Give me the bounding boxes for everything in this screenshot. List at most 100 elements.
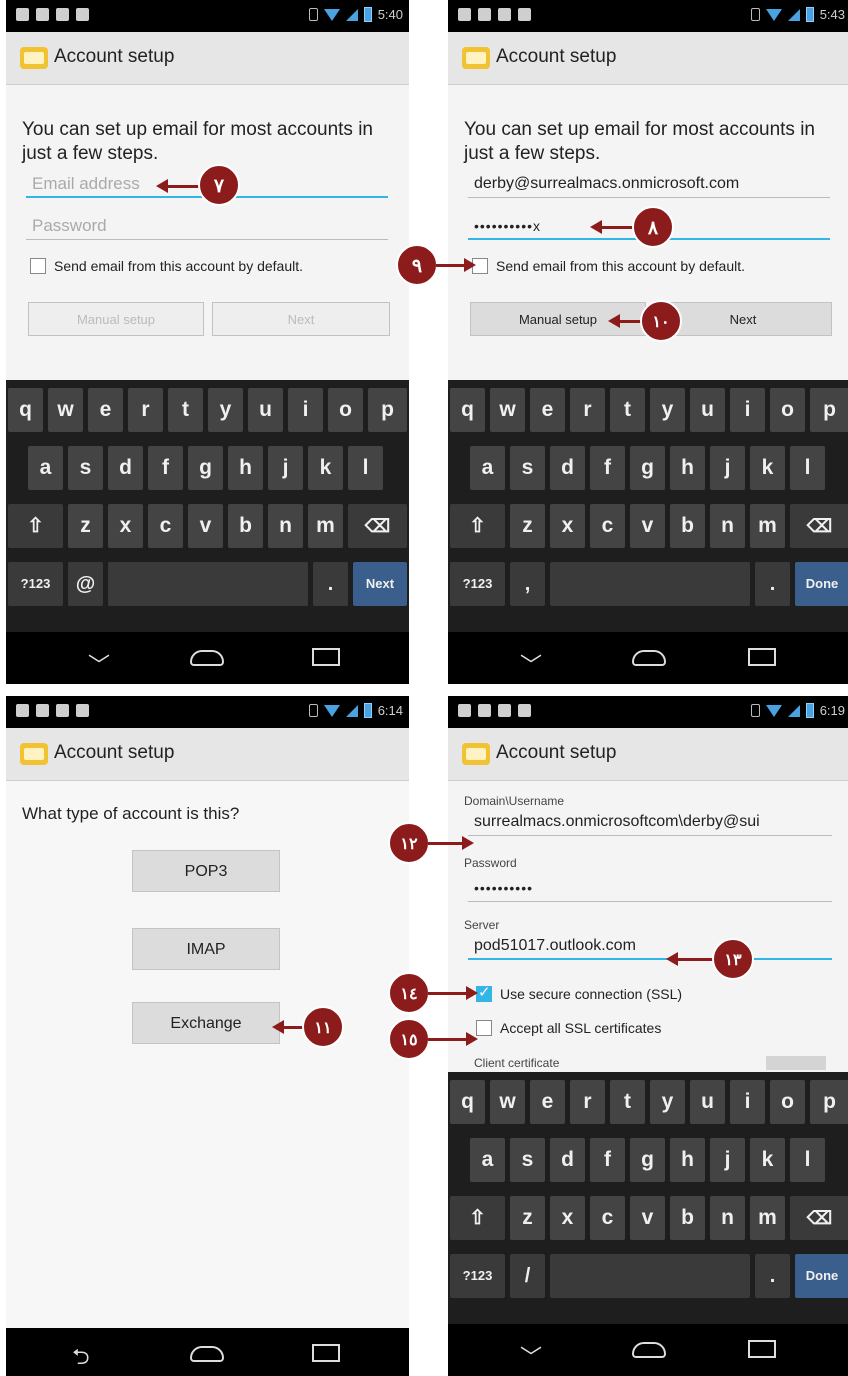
key-t[interactable]: t (610, 388, 645, 432)
done-key[interactable]: Done (795, 1254, 848, 1298)
key-d[interactable]: d (550, 446, 585, 490)
key-m[interactable]: m (750, 1196, 785, 1240)
recent-apps-icon[interactable] (312, 648, 340, 666)
password-field[interactable]: •••••••••• (468, 874, 832, 902)
symbols-key[interactable]: ?123 (450, 1254, 505, 1298)
key-i[interactable]: i (730, 388, 765, 432)
key-i[interactable]: i (288, 388, 323, 432)
shift-key[interactable]: ⇧ (450, 1196, 505, 1240)
key-q[interactable]: q (450, 1080, 485, 1124)
shift-key[interactable]: ⇧ (8, 504, 63, 548)
default-account-row[interactable]: Send email from this account by default. (472, 258, 745, 274)
ssl-row[interactable]: Use secure connection (SSL) (476, 983, 682, 1002)
key-t[interactable]: t (610, 1080, 645, 1124)
key-n[interactable]: n (710, 504, 745, 548)
key-f[interactable]: f (590, 446, 625, 490)
key-g[interactable]: g (630, 1138, 665, 1182)
key-c[interactable]: c (590, 504, 625, 548)
key-z[interactable]: z (68, 504, 103, 548)
email-field[interactable]: derby@surrealmacs.onmicrosoft.com (468, 170, 830, 198)
key-x[interactable]: x (550, 1196, 585, 1240)
key-v[interactable]: v (630, 504, 665, 548)
next-key[interactable]: Next (353, 562, 407, 606)
chevron-down-icon[interactable]: ﹀ (88, 648, 110, 680)
key-z[interactable]: z (510, 504, 545, 548)
key-d[interactable]: d (550, 1138, 585, 1182)
key-x[interactable]: x (108, 504, 143, 548)
key-b[interactable]: b (228, 504, 263, 548)
space-key[interactable] (550, 1254, 750, 1298)
key-h[interactable]: h (670, 446, 705, 490)
key-c[interactable]: c (148, 504, 183, 548)
key-m[interactable]: m (308, 504, 343, 548)
key-o[interactable]: o (328, 388, 363, 432)
key-f[interactable]: f (148, 446, 183, 490)
key-l[interactable]: l (790, 446, 825, 490)
space-key[interactable] (108, 562, 308, 606)
key-w[interactable]: w (490, 388, 525, 432)
key-p[interactable]: p (810, 1080, 848, 1124)
key-p[interactable]: p (368, 388, 407, 432)
done-key[interactable]: Done (795, 562, 848, 606)
key-w[interactable]: w (48, 388, 83, 432)
space-key[interactable] (550, 562, 750, 606)
key-h[interactable]: h (670, 1138, 705, 1182)
key-l[interactable]: l (790, 1138, 825, 1182)
comma-key[interactable]: , (510, 562, 545, 606)
backspace-key[interactable]: ⌫ (348, 504, 407, 548)
home-icon[interactable] (632, 1342, 666, 1358)
slash-key[interactable]: / (510, 1254, 545, 1298)
recent-apps-icon[interactable] (312, 1344, 340, 1362)
key-u[interactable]: u (690, 1080, 725, 1124)
key-k[interactable]: k (750, 1138, 785, 1182)
ssl-checkbox[interactable] (476, 983, 492, 1002)
key-v[interactable]: v (630, 1196, 665, 1240)
key-q[interactable]: q (8, 388, 43, 432)
back-icon[interactable]: ⮌ (72, 1340, 90, 1376)
key-q[interactable]: q (450, 388, 485, 432)
key-e[interactable]: e (530, 1080, 565, 1124)
default-account-row[interactable]: Send email from this account by default. (30, 258, 303, 274)
key-j[interactable]: j (710, 1138, 745, 1182)
key-z[interactable]: z (510, 1196, 545, 1240)
key-n[interactable]: n (710, 1196, 745, 1240)
accept-ssl-checkbox[interactable] (476, 1020, 492, 1036)
key-j[interactable]: j (268, 446, 303, 490)
period-key[interactable]: . (755, 562, 790, 606)
home-icon[interactable] (190, 650, 224, 666)
key-s[interactable]: s (68, 446, 103, 490)
key-y[interactable]: y (208, 388, 243, 432)
pop3-button[interactable]: POP3 (132, 850, 280, 892)
key-o[interactable]: o (770, 1080, 805, 1124)
next-button[interactable]: Next (212, 302, 390, 336)
domain-username-field[interactable]: surrealmacs.onmicrosoftcom\derby@sui (468, 808, 832, 836)
manual-setup-button[interactable]: Manual setup (28, 302, 204, 336)
key-v[interactable]: v (188, 504, 223, 548)
chevron-down-icon[interactable]: ﹀ (520, 1340, 542, 1372)
key-k[interactable]: k (750, 446, 785, 490)
key-c[interactable]: c (590, 1196, 625, 1240)
recent-apps-icon[interactable] (748, 648, 776, 666)
key-t[interactable]: t (168, 388, 203, 432)
key-k[interactable]: k (308, 446, 343, 490)
key-b[interactable]: b (670, 504, 705, 548)
home-icon[interactable] (190, 1346, 224, 1362)
key-p[interactable]: p (810, 388, 848, 432)
exchange-button[interactable]: Exchange (132, 1002, 280, 1044)
key-r[interactable]: r (570, 388, 605, 432)
key-x[interactable]: x (550, 504, 585, 548)
key-s[interactable]: s (510, 1138, 545, 1182)
key-i[interactable]: i (730, 1080, 765, 1124)
key-h[interactable]: h (228, 446, 263, 490)
symbols-key[interactable]: ?123 (8, 562, 63, 606)
period-key[interactable]: . (755, 1254, 790, 1298)
key-o[interactable]: o (770, 388, 805, 432)
key-u[interactable]: u (690, 388, 725, 432)
key-j[interactable]: j (710, 446, 745, 490)
backspace-key[interactable]: ⌫ (790, 1196, 848, 1240)
key-d[interactable]: d (108, 446, 143, 490)
imap-button[interactable]: IMAP (132, 928, 280, 970)
key-g[interactable]: g (630, 446, 665, 490)
password-field[interactable]: Password (26, 212, 388, 240)
key-f[interactable]: f (590, 1138, 625, 1182)
